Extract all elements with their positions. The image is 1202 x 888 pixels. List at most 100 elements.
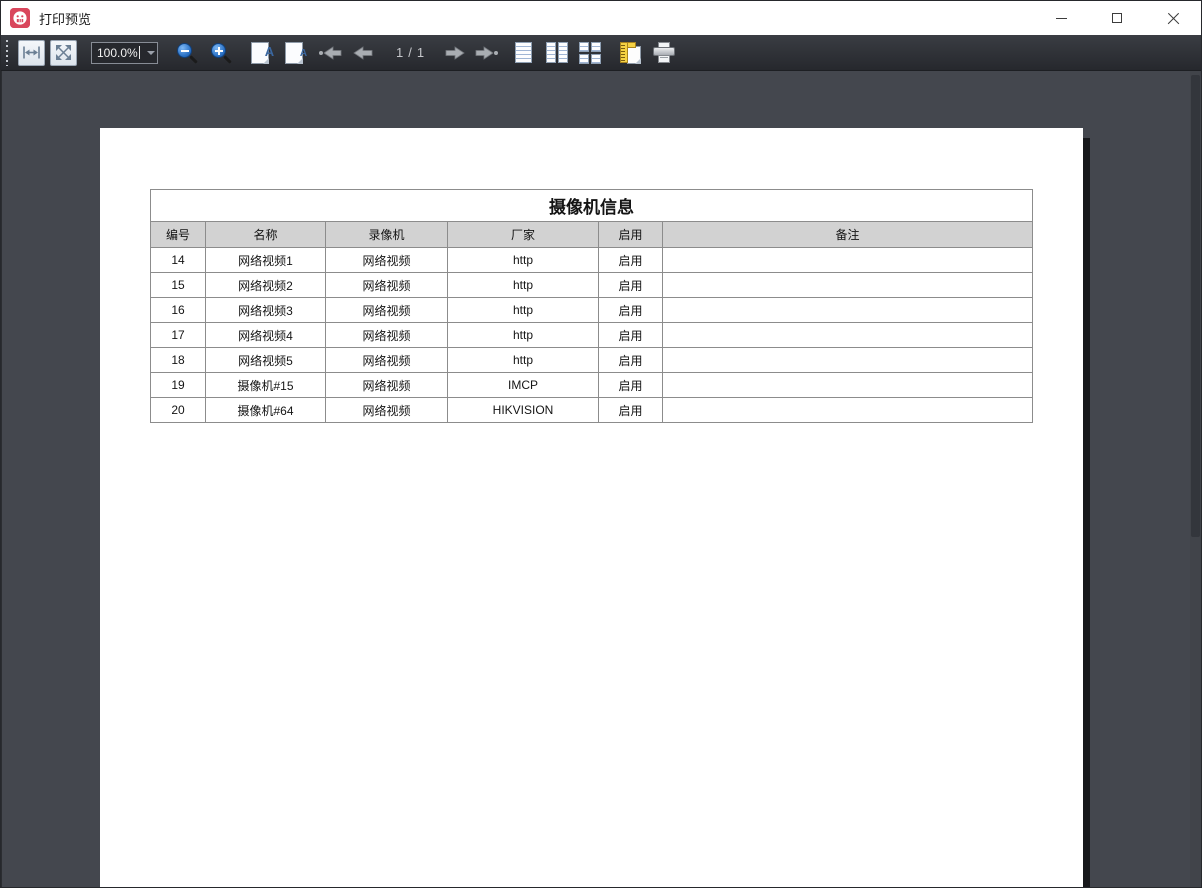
table-cell: 网络视频2 [206, 273, 326, 298]
first-page-icon [318, 44, 343, 62]
table-cell [663, 298, 1033, 323]
table-cell: 19 [151, 373, 206, 398]
table-cell: 网络视频 [326, 398, 448, 423]
table-cell [663, 273, 1033, 298]
window-controls [1033, 1, 1201, 35]
fit-width-button[interactable] [18, 40, 45, 66]
table-cell: 启用 [599, 298, 663, 323]
table-cell: http [448, 273, 599, 298]
table-cell: http [448, 348, 599, 373]
fit-page-icon [55, 44, 72, 61]
column-header: 编号 [151, 222, 206, 248]
table-cell [663, 248, 1033, 273]
table-cell: 网络视频 [326, 248, 448, 273]
prev-page-button[interactable] [349, 39, 376, 67]
table-cell: IMCP [448, 373, 599, 398]
table-row: 20摄像机#64网络视频HIKVISION启用 [151, 398, 1033, 423]
minimize-button[interactable] [1033, 1, 1089, 35]
four-page-view-icon [579, 42, 601, 64]
two-page-view-icon [546, 42, 568, 63]
table-cell: 摄像机#64 [206, 398, 326, 423]
text-smaller-button[interactable]: A [280, 39, 307, 67]
zoom-out-button[interactable] [173, 39, 200, 67]
document-page: 摄像机信息 编号名称录像机厂家启用备注 14网络视频1网络视频http启用15网… [100, 128, 1083, 887]
total-pages: 1 [417, 45, 424, 60]
table-cell: 网络视频1 [206, 248, 326, 273]
minimize-icon [1056, 18, 1067, 19]
table-title: 摄像机信息 [151, 190, 1033, 222]
page-large-A-icon: A [250, 41, 270, 65]
last-page-button[interactable] [473, 39, 500, 67]
table-cell: HIKVISION [448, 398, 599, 423]
table-cell [663, 398, 1033, 423]
table-cell: 18 [151, 348, 206, 373]
text-caret [139, 46, 140, 59]
camera-info-table: 摄像机信息 编号名称录像机厂家启用备注 14网络视频1网络视频http启用15网… [150, 189, 1033, 423]
zoom-dropdown-button[interactable] [144, 43, 157, 63]
table-cell [663, 373, 1033, 398]
maximize-button[interactable] [1089, 1, 1145, 35]
table-cell: 14 [151, 248, 206, 273]
table-cell: 网络视频 [326, 348, 448, 373]
table-cell: 启用 [599, 373, 663, 398]
zoom-in-icon [210, 42, 232, 64]
preview-canvas: 摄像机信息 编号名称录像机厂家启用备注 14网络视频1网络视频http启用15网… [1, 71, 1201, 887]
table-cell: 启用 [599, 348, 663, 373]
table-title-row: 摄像机信息 [151, 190, 1033, 222]
table-cell: 15 [151, 273, 206, 298]
table-cell: 启用 [599, 323, 663, 348]
scrollbar-thumb[interactable] [1191, 75, 1200, 537]
column-header: 录像机 [326, 222, 448, 248]
app-icon [10, 8, 30, 28]
table-cell: http [448, 323, 599, 348]
vertical-scrollbar[interactable] [1190, 71, 1201, 887]
four-page-view-button[interactable] [576, 39, 603, 67]
fit-width-icon [22, 45, 41, 60]
close-icon [1167, 12, 1180, 25]
table-row: 17网络视频4网络视频http启用 [151, 323, 1033, 348]
column-header: 名称 [206, 222, 326, 248]
maximize-icon [1112, 13, 1122, 23]
chevron-down-icon [147, 51, 155, 55]
print-icon [651, 41, 677, 65]
table-cell: 网络视频 [326, 373, 448, 398]
table-cell: 网络视频 [326, 273, 448, 298]
next-page-button[interactable] [442, 39, 469, 67]
titlebar: 打印预览 [1, 1, 1201, 35]
page-setup-button[interactable] [617, 39, 644, 67]
last-page-icon [474, 44, 499, 62]
zoom-in-button[interactable] [207, 39, 234, 67]
text-larger-button[interactable]: A [246, 39, 273, 67]
first-page-button[interactable] [317, 39, 344, 67]
table-row: 16网络视频3网络视频http启用 [151, 298, 1033, 323]
fit-page-button[interactable] [50, 40, 77, 66]
current-page: 1 [396, 45, 403, 60]
table-cell: 网络视频 [326, 323, 448, 348]
table-cell [663, 348, 1033, 373]
table-cell: 摄像机#15 [206, 373, 326, 398]
table-cell: 17 [151, 323, 206, 348]
column-header: 备注 [663, 222, 1033, 248]
zoom-out-icon [176, 42, 198, 64]
table-cell: http [448, 298, 599, 323]
toolbar: 100.0% A A [1, 35, 1201, 71]
page-indicator: 1 / 1 [384, 45, 436, 60]
two-page-view-button[interactable] [543, 39, 570, 67]
table-cell: 20 [151, 398, 206, 423]
table-cell: 启用 [599, 398, 663, 423]
single-page-view-icon [515, 42, 532, 63]
zoom-level-combobox[interactable]: 100.0% [91, 42, 158, 64]
table-row: 15网络视频2网络视频http启用 [151, 273, 1033, 298]
close-button[interactable] [1145, 1, 1201, 35]
print-preview-window: 打印预览 [0, 0, 1202, 888]
table-cell: 启用 [599, 248, 663, 273]
toolbar-grip-handle[interactable] [5, 40, 10, 66]
column-header: 启用 [599, 222, 663, 248]
table-cell: 网络视频5 [206, 348, 326, 373]
next-page-icon [444, 44, 467, 62]
table-row: 14网络视频1网络视频http启用 [151, 248, 1033, 273]
single-page-view-button[interactable] [510, 39, 537, 67]
report-area: 摄像机信息 编号名称录像机厂家启用备注 14网络视频1网络视频http启用15网… [150, 189, 1032, 423]
table-cell [663, 323, 1033, 348]
print-button[interactable] [650, 39, 677, 67]
